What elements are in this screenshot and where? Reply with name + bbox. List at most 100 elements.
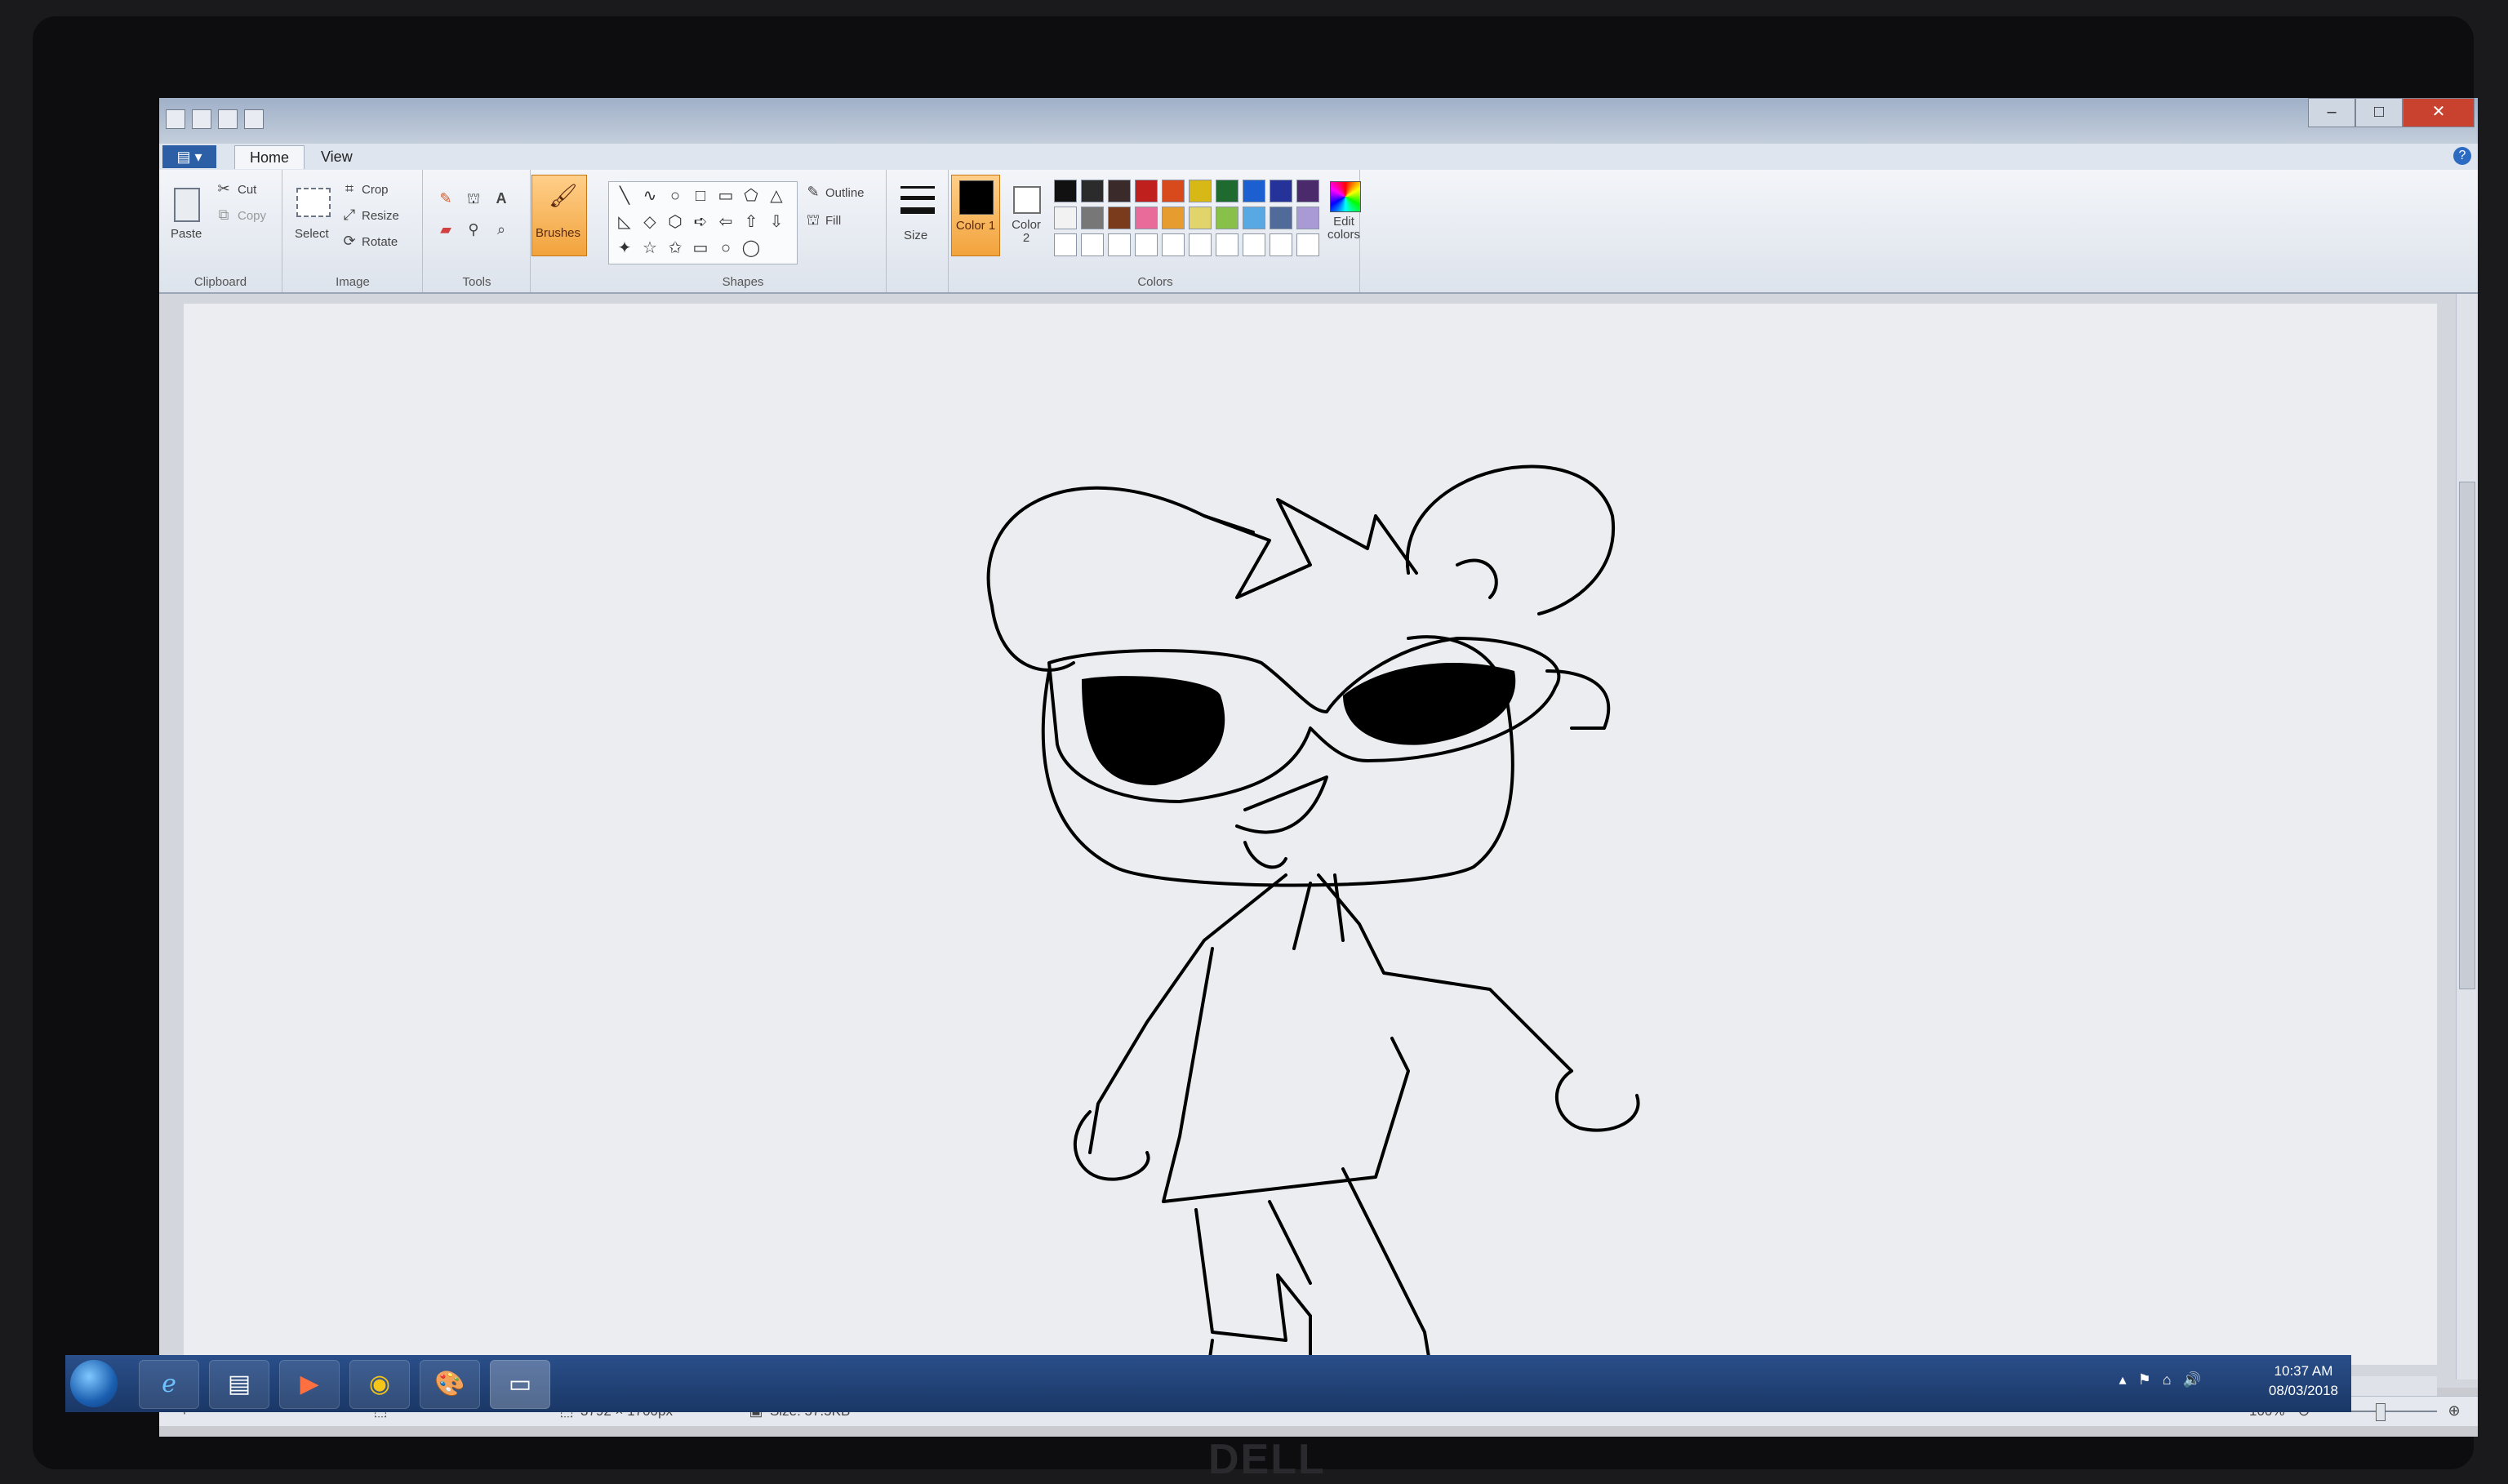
color1-button[interactable]: Color 1 [951,175,1000,256]
tab-home[interactable]: Home [234,145,305,169]
undo-icon[interactable] [218,109,238,129]
resize-button[interactable]: Resize [362,209,399,223]
palette-color[interactable] [1189,207,1212,229]
palette-color[interactable] [1135,207,1158,229]
palette-color[interactable] [1081,207,1104,229]
palette-color[interactable] [1189,233,1212,256]
palette-color[interactable] [1108,207,1131,229]
palette-color[interactable] [1162,233,1185,256]
system-tray[interactable]: ▴⚑⌂🔊 [2119,1371,2212,1388]
shape-item[interactable]: ☆ [639,238,660,259]
outline-icon[interactable]: ✎ [804,183,822,201]
shape-item[interactable]: ✦ [614,238,635,259]
eraser-icon[interactable]: ▰ [437,220,455,238]
shape-item[interactable]: ╲ [614,185,635,207]
edit-colors-icon[interactable] [1330,181,1361,212]
size-button[interactable]: Size [904,229,927,242]
fill-bucket-icon[interactable]: ⛫ [465,189,482,207]
rotate-button[interactable]: Rotate [362,235,398,249]
resize-icon[interactable]: ⤢ [340,206,358,224]
fill-button[interactable]: Fill [825,214,841,228]
palette-color[interactable] [1243,207,1265,229]
palette-color[interactable] [1270,233,1292,256]
shape-item[interactable]: ◇ [639,211,660,233]
pencil-icon[interactable]: ✎ [437,189,455,207]
palette-color[interactable] [1054,180,1077,202]
shape-item[interactable]: ⇩ [766,211,787,233]
drawing-canvas[interactable] [184,304,2437,1365]
palette-color[interactable] [1270,180,1292,202]
copy-button[interactable]: Copy [238,209,266,223]
file-explorer-icon[interactable]: ▤ [209,1360,269,1409]
palette-color[interactable] [1135,180,1158,202]
shape-item[interactable]: ⬠ [740,185,762,207]
vertical-scroll-thumb[interactable] [2459,482,2475,989]
tab-view[interactable]: View [306,145,367,168]
close-button[interactable]: ✕ [2403,98,2475,127]
palette-color[interactable] [1243,233,1265,256]
crop-icon[interactable]: ⌗ [340,180,358,198]
cut-button[interactable]: Cut [238,183,256,197]
paint-icon[interactable]: 🎨 [420,1360,480,1409]
color2-swatch[interactable] [1013,186,1041,214]
palette-color[interactable] [1216,180,1238,202]
shape-item[interactable]: ○ [715,238,736,259]
zoom-in-icon[interactable]: ⊕ [2445,1402,2463,1420]
palette-color[interactable] [1081,233,1104,256]
palette-color[interactable] [1162,180,1185,202]
paste-button[interactable]: Paste [171,227,202,241]
chrome-icon[interactable]: ◉ [349,1360,410,1409]
select-button[interactable]: Select [295,227,329,241]
shape-item[interactable]: ◯ [740,238,762,259]
shape-item[interactable]: △ [766,185,787,207]
shape-item[interactable]: ◺ [614,211,635,233]
file-menu-button[interactable]: ▤ ▾ [162,145,216,168]
paint-window-icon[interactable]: ▭ [490,1360,550,1409]
zoom-slider-thumb[interactable] [2376,1403,2386,1421]
start-button[interactable] [70,1360,118,1407]
media-player-icon[interactable]: ▶ [279,1360,340,1409]
clock[interactable]: 10:37 AM 08/03/2018 [2269,1362,2338,1401]
palette-color[interactable] [1162,207,1185,229]
outline-button[interactable]: Outline [825,186,865,200]
shape-item[interactable]: ⇦ [715,211,736,233]
minimize-button[interactable]: ‒ [2308,98,2355,127]
cut-icon[interactable]: ✂ [215,180,233,198]
fill-icon[interactable]: ⛫ [804,211,822,229]
shape-item[interactable]: ∿ [639,185,660,207]
shape-item[interactable]: ➪ [690,211,711,233]
palette-color[interactable] [1296,180,1319,202]
palette-color[interactable] [1054,207,1077,229]
shape-item[interactable]: ▭ [690,238,711,259]
crop-button[interactable]: Crop [362,183,389,197]
magnifier-icon[interactable]: ⌕ [492,220,510,238]
palette-color[interactable] [1135,233,1158,256]
maximize-button[interactable]: □ [2355,98,2403,127]
palette-color[interactable] [1296,207,1319,229]
palette-color[interactable] [1216,233,1238,256]
redo-icon[interactable] [244,109,264,129]
palette-color[interactable] [1216,207,1238,229]
palette-color[interactable] [1081,180,1104,202]
color2-label[interactable]: Color 2 [1008,219,1044,245]
palette-color[interactable] [1108,180,1131,202]
palette-color[interactable] [1243,180,1265,202]
paste-icon[interactable] [174,188,200,222]
select-icon[interactable] [296,188,331,217]
shape-item[interactable]: ✩ [665,238,686,259]
shape-item[interactable]: ⬡ [665,211,686,233]
text-tool-icon[interactable]: A [492,189,510,207]
edit-colors-button[interactable]: Edit colors [1323,215,1364,242]
internet-explorer-icon[interactable]: ℯ [139,1360,199,1409]
shape-item[interactable]: □ [690,185,711,207]
palette-color[interactable] [1189,180,1212,202]
save-icon[interactable] [192,109,211,129]
palette-color[interactable] [1108,233,1131,256]
rotate-icon[interactable]: ⟳ [340,232,358,250]
shape-item[interactable]: ○ [665,185,686,207]
shape-item[interactable]: ▭ [715,185,736,207]
shape-item[interactable]: ⇧ [740,211,762,233]
brushes-button[interactable]: 🖌 Brushes [531,175,587,256]
help-icon[interactable]: ? [2453,147,2471,165]
palette-color[interactable] [1296,233,1319,256]
